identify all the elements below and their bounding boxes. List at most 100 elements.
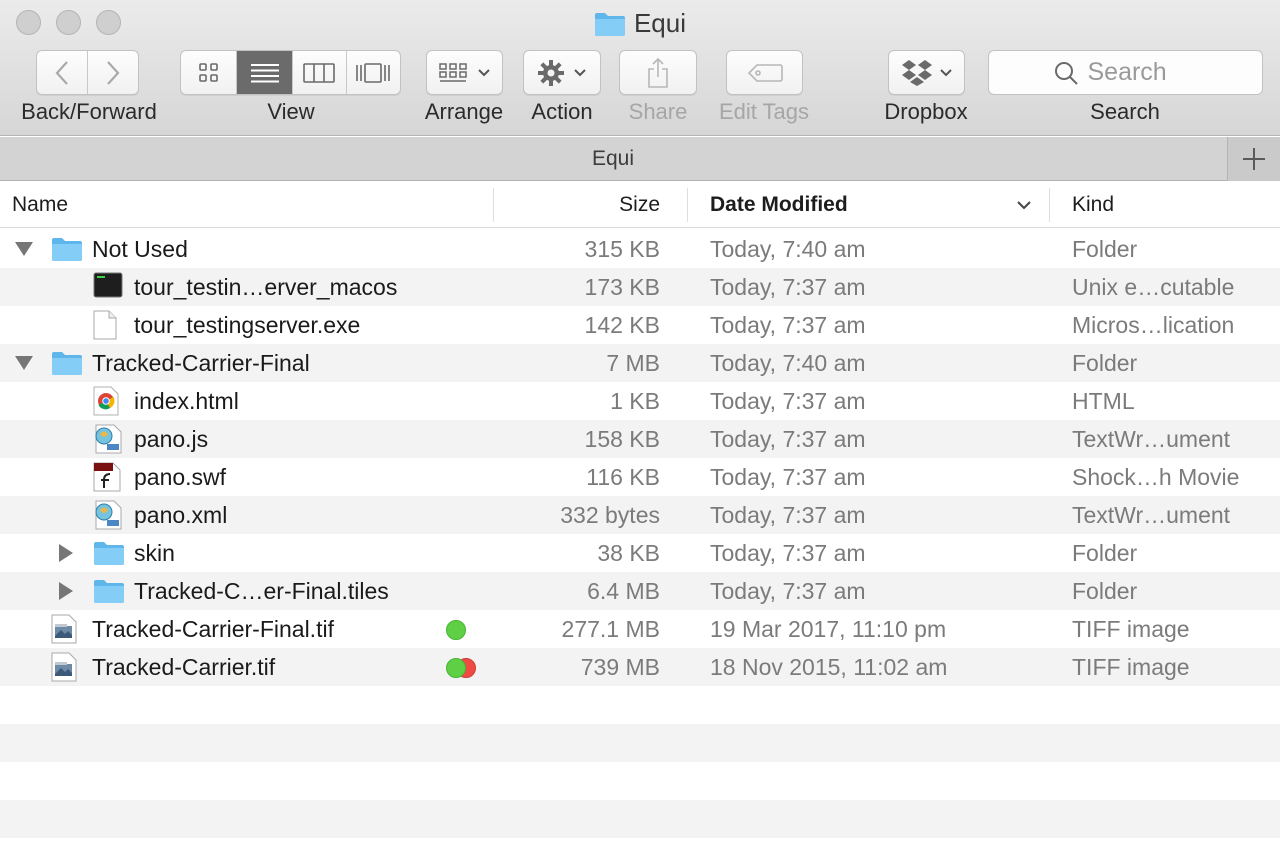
columns-icon [303, 62, 336, 83]
folder-icon [51, 236, 83, 268]
file-name: skin [134, 540, 175, 566]
file-date-modified: Today, 7:37 am [710, 502, 866, 528]
search-field[interactable] [988, 50, 1263, 95]
column-divider[interactable] [687, 188, 688, 222]
folder-icon [93, 578, 125, 610]
empty-row [0, 686, 1280, 724]
arrange-button[interactable] [426, 50, 503, 95]
chevron-left-icon [55, 60, 68, 85]
chrome-icon [93, 386, 119, 422]
file-name: Tracked-Carrier-Final.tif [92, 616, 334, 642]
column-header-name[interactable]: Name [12, 182, 68, 228]
file-name: tour_testingserver.exe [134, 312, 361, 338]
column-view-button[interactable] [293, 51, 347, 94]
forward-button[interactable] [88, 51, 138, 94]
file-kind: Shock…h Movie [1072, 464, 1240, 490]
cover-flow-view-button[interactable] [347, 51, 401, 94]
list-view-button[interactable] [237, 51, 293, 94]
file-name: pano.xml [134, 502, 228, 528]
file-kind: Folder [1072, 540, 1138, 566]
file-kind: Micros…lication [1072, 312, 1235, 338]
action-button[interactable] [523, 50, 601, 95]
table-row[interactable]: Tracked-Carrier.tif 739 MB 18 Nov 2015, 11… [0, 648, 1280, 686]
file-size: 7 MB [606, 350, 660, 376]
search-icon [1054, 61, 1078, 85]
view-mode-control [180, 50, 401, 95]
column-header-date-modified[interactable]: Date Modified [710, 182, 848, 228]
grid-icon [198, 62, 218, 82]
dropbox-label: Dropbox [884, 99, 968, 124]
column-header-kind[interactable]: Kind [1072, 182, 1114, 228]
gear-icon [538, 59, 564, 86]
arrange-label: Arrange [424, 99, 504, 124]
search-label: Search [1090, 99, 1160, 124]
file-kind: TextWr…ument [1072, 502, 1231, 528]
file-size: 1 KB [610, 388, 660, 414]
icon-view-button[interactable] [181, 51, 238, 94]
list-icon [250, 63, 279, 82]
share-icon [648, 57, 668, 88]
chevron-right-icon [107, 60, 120, 85]
table-row[interactable]: pano.xml 332 bytes Today, 7:37 am TextWr…um… [0, 496, 1280, 534]
disclosure-triangle-expanded[interactable] [15, 356, 33, 370]
table-row[interactable]: pano.swf 116 KB Today, 7:37 am Shock…h Movi… [0, 458, 1280, 496]
column-headers: Name Size Date Modified Kind [0, 182, 1280, 228]
file-date-modified: Today, 7:40 am [710, 350, 866, 376]
file-size: 173 KB [584, 274, 660, 300]
empty-row [0, 800, 1280, 838]
view-label: View [267, 99, 315, 124]
textwrangler-document-icon [93, 424, 123, 460]
file-name: Tracked-Carrier.tif [92, 654, 276, 680]
window-title-text: Equi [633, 8, 687, 38]
folder-icon [93, 540, 125, 572]
back-button[interactable] [37, 51, 88, 94]
edit-tags-button[interactable] [726, 50, 803, 95]
file-date-modified: Today, 7:37 am [710, 388, 866, 414]
table-row[interactable]: pano.js 158 KB Today, 7:37 am TextWr…ument [0, 420, 1280, 458]
file-size: 315 KB [584, 236, 660, 262]
blank-document-icon [93, 310, 117, 346]
column-header-size[interactable]: Size [500, 182, 660, 228]
share-button[interactable] [619, 50, 697, 95]
file-name: pano.js [134, 426, 209, 452]
column-divider[interactable] [493, 188, 494, 222]
empty-row [0, 724, 1280, 762]
file-date-modified: Today, 7:40 am [710, 236, 866, 262]
dropbox-button[interactable] [888, 50, 965, 95]
table-row[interactable]: skin 38 KB Today, 7:37 am Folder [0, 534, 1280, 572]
file-date-modified: 18 Nov 2015, 11:02 am [710, 654, 948, 680]
file-date-modified: Today, 7:37 am [710, 540, 866, 566]
file-date-modified: Today, 7:37 am [710, 464, 866, 490]
plus-icon [1243, 148, 1265, 170]
disclosure-triangle-collapsed[interactable] [59, 582, 73, 600]
table-row[interactable]: Tracked-Carrier-Final 7 MB Today, 7:40 am F… [0, 344, 1280, 382]
file-size: 38 KB [597, 540, 660, 566]
search-input[interactable] [1087, 58, 1198, 87]
tab-equi[interactable]: Equi [0, 137, 1226, 181]
folder-icon [594, 12, 625, 36]
empty-row [0, 762, 1280, 800]
window-title: Equi [0, 8, 1280, 39]
file-name: Not Used [92, 236, 188, 262]
table-row[interactable]: Tracked-C…er-Final.tiles 6.4 MB Today, 7:3… [0, 572, 1280, 610]
chevron-down-icon [574, 68, 586, 76]
swf-document-icon [93, 462, 121, 498]
file-kind: Folder [1072, 236, 1138, 262]
table-row[interactable]: Tracked-Carrier-Final.tif 277.1 MB 19 Mar … [0, 610, 1280, 648]
disclosure-triangle-collapsed[interactable] [59, 544, 73, 562]
file-list: Not Used 315 KB Today, 7:40 am Folder tour_… [0, 230, 1280, 838]
file-kind: TIFF image [1072, 654, 1190, 680]
tab-bar: Equi [0, 137, 1280, 181]
table-row[interactable]: Not Used 315 KB Today, 7:40 am Folder [0, 230, 1280, 268]
file-size: 739 MB [580, 654, 660, 680]
arrange-grid-icon [438, 62, 467, 82]
cover-flow-icon [356, 62, 391, 83]
table-row[interactable]: index.html 1 KB Today, 7:37 am HTML [0, 382, 1280, 420]
table-row[interactable]: tour_testin…erver_macos 173 KB Today, 7:37… [0, 268, 1280, 306]
file-kind: Unix e…cutable [1072, 274, 1235, 300]
column-divider[interactable] [1049, 188, 1050, 222]
file-date-modified: Today, 7:37 am [710, 426, 866, 452]
disclosure-triangle-expanded[interactable] [15, 242, 33, 256]
new-tab-button[interactable] [1227, 137, 1280, 181]
table-row[interactable]: tour_testingserver.exe 142 KB Today, 7:37 … [0, 306, 1280, 344]
